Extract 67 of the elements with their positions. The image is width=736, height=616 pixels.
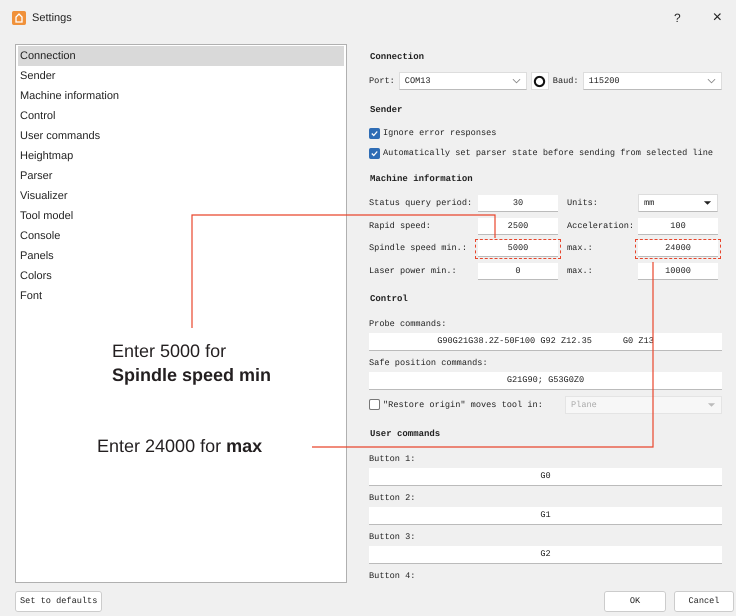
number-field[interactable]: 2500 [478, 218, 558, 235]
sidebar-item[interactable]: User commands [18, 126, 344, 146]
checkbox-option[interactable]: Automatically set parser state before sending from selected line [369, 143, 722, 163]
checkbox-option[interactable]: "Restore origin" moves tool in: [369, 394, 543, 415]
field-label: Button 4: [369, 570, 416, 583]
section-heading: Sender [370, 104, 404, 117]
field-label: Safe position commands: [369, 356, 489, 370]
sidebar-item[interactable]: Connection [18, 46, 344, 66]
refresh-button[interactable] [530, 72, 549, 90]
number-field[interactable]: 30 [478, 194, 558, 212]
command-field[interactable]: G1 [369, 506, 722, 525]
field-label: Status query period: [369, 196, 474, 210]
checkbox-option[interactable]: Ignore error responses [369, 123, 722, 143]
command-field[interactable]: G2 [369, 546, 722, 564]
sidebar-item[interactable]: Console [18, 226, 344, 246]
number-field[interactable]: 24000 [638, 240, 718, 258]
field-label: max.: [567, 264, 594, 278]
sidebar-item[interactable]: Font [18, 286, 344, 306]
chevron-down-icon [707, 78, 716, 84]
field-label: Button 3: [369, 530, 416, 544]
sidebar-item[interactable]: Machine information [18, 86, 344, 106]
baud-dropdown[interactable]: 115200 [582, 72, 722, 90]
port-dropdown[interactable]: COM13 [398, 72, 527, 90]
section-heading: User commands [370, 428, 442, 441]
app-icon [12, 11, 26, 25]
close-button[interactable]: × [704, 9, 730, 27]
field-label: Spindle speed min.: [369, 242, 468, 256]
sidebar-item[interactable]: Sender [18, 66, 344, 86]
sidebar-item[interactable]: Heightmap [18, 146, 344, 166]
ok-button[interactable]: OK [604, 590, 666, 612]
help-button[interactable]: ? [666, 11, 689, 25]
callout-text: Enter 24000 for max [97, 435, 262, 458]
field-label: max.: [567, 242, 594, 256]
port-label: Port: [369, 76, 395, 86]
units-dropdown[interactable]: mm [638, 194, 718, 212]
sidebar-item[interactable]: Parser [18, 166, 344, 186]
safe-position-field[interactable]: G21G90; G53G0Z0 [369, 372, 722, 390]
sidebar-item[interactable]: Tool model [18, 206, 344, 226]
sidebar-item[interactable]: Colors [18, 266, 344, 286]
cancel-button[interactable]: Cancel [674, 590, 734, 612]
check-icon [370, 128, 379, 138]
chevron-down-icon [512, 78, 521, 84]
set-defaults-button[interactable]: Set to defaults [15, 590, 102, 612]
section-heading: Machine information [370, 173, 474, 186]
baud-label: Baud: [552, 76, 579, 86]
section-heading: Connection [370, 51, 426, 64]
section-heading: Control [370, 292, 409, 306]
caret-icon [707, 402, 716, 408]
callout-text: Enter 5000 for Spindle speed min [112, 340, 272, 387]
number-field[interactable]: 5000 [478, 240, 558, 258]
field-label: Units: [567, 196, 599, 210]
number-field[interactable]: 0 [478, 262, 558, 280]
number-field[interactable]: 10000 [638, 262, 718, 280]
number-field[interactable]: 100 [638, 218, 718, 235]
check-icon [370, 148, 379, 158]
field-label: Button 1: [369, 452, 416, 466]
field-label: Acceleration: [567, 220, 635, 233]
field-label: Button 2: [369, 492, 416, 505]
command-field[interactable]: G0 [369, 468, 722, 486]
sidebar-item[interactable]: Control [18, 106, 344, 126]
caret-icon [703, 200, 712, 206]
sidebar-item[interactable]: Visualizer [18, 186, 344, 206]
field-label: Laser power min.: [369, 264, 458, 278]
field-label: Rapid speed: [369, 220, 432, 233]
sidebar-item[interactable]: Panels [18, 246, 344, 266]
field-label: Probe commands: [369, 318, 448, 331]
window-title: Settings [32, 12, 72, 24]
